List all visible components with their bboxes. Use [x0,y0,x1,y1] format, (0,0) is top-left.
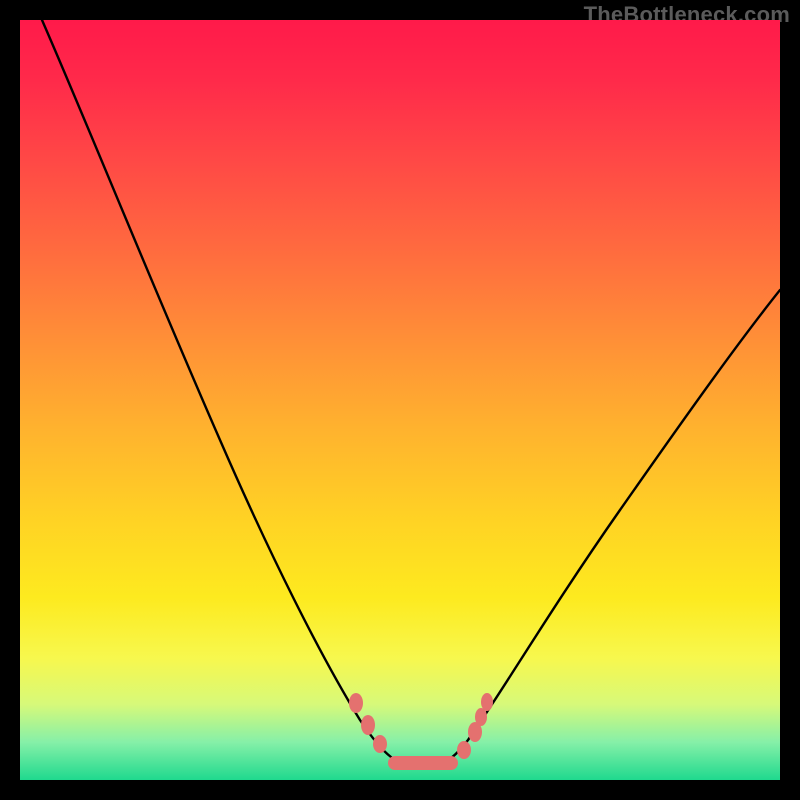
bottleneck-curve [42,20,780,768]
marker-dot [361,715,375,735]
marker-dot [475,708,487,726]
marker-trough [388,756,458,770]
plot-area [20,20,780,780]
marker-dot [481,693,493,711]
highlight-marker-group [349,693,493,770]
marker-dot [349,693,363,713]
chart-frame: TheBottleneck.com [0,0,800,800]
marker-dot [457,741,471,759]
curve-svg [20,20,780,780]
marker-dot [373,735,387,753]
